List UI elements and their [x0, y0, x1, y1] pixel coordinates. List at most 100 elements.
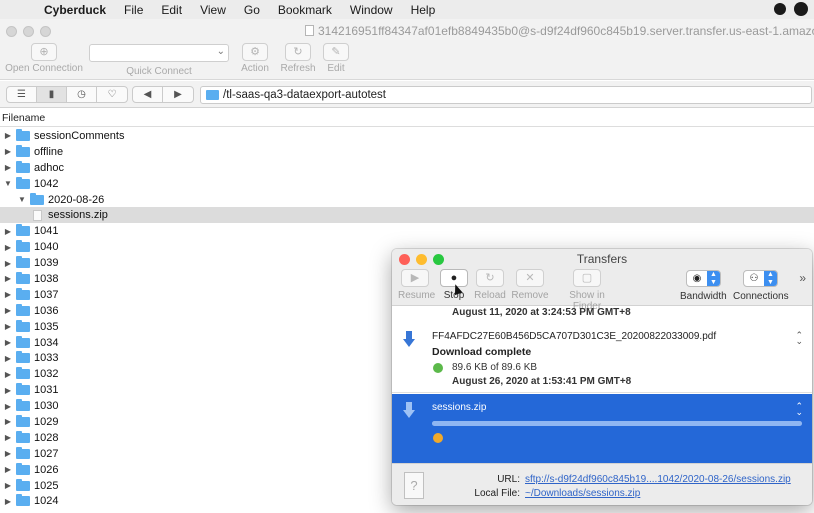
bonjour-view-button[interactable]: ♡ [97, 87, 127, 102]
action-button[interactable]: ⚙ Action [236, 43, 274, 74]
remove-button[interactable]: ✕ Remove [511, 269, 549, 301]
browser-view-button[interactable]: ☰ [7, 87, 37, 102]
expand-stepper-icon[interactable]: ⌃ ⌄ [795, 331, 803, 346]
connections-select[interactable]: ⚇ ▲ ▼ [743, 270, 778, 287]
row-filename: 1027 [34, 447, 59, 460]
folder-row[interactable]: ▶ offline [0, 144, 814, 160]
disclosure-collapsed-icon[interactable]: ▶ [3, 497, 13, 506]
disclosure-collapsed-icon[interactable]: ▶ [3, 449, 13, 458]
disclosure-collapsed-icon[interactable]: ▶ [3, 481, 13, 490]
disclosure-collapsed-icon[interactable]: ▶ [3, 322, 13, 331]
row-filename: offline [34, 145, 64, 158]
forward-button[interactable]: ▶ [163, 87, 193, 102]
disclosure-expanded-icon[interactable]: ▼ [3, 179, 13, 188]
menu-file[interactable]: File [124, 3, 143, 17]
status-menu-icon[interactable] [774, 3, 786, 15]
folder-row[interactable]: ▼ 2020-08-26 [0, 192, 814, 208]
menu-go[interactable]: Go [244, 3, 260, 17]
folder-icon [16, 319, 30, 332]
user-status-icon[interactable] [794, 2, 808, 16]
quick-connect-select[interactable]: ⌄ [89, 44, 229, 62]
disclosure-collapsed-icon[interactable]: ▶ [3, 147, 13, 156]
disclosure-expanded-icon[interactable]: ▼ [17, 195, 27, 204]
row-filename: 1032 [34, 368, 59, 381]
folder-icon [16, 494, 30, 507]
refresh-icon: ↻ [285, 43, 311, 61]
filename-column-header[interactable]: Filename [0, 109, 814, 127]
zip-file-icon [33, 209, 42, 221]
globe-icon: ⊕ [31, 43, 57, 61]
disclosure-collapsed-icon[interactable]: ▶ [3, 290, 13, 299]
menu-window[interactable]: Window [350, 3, 393, 17]
transfer-filename: sessions.zip [432, 402, 487, 413]
disclosure-collapsed-icon[interactable]: ▶ [3, 243, 13, 252]
resume-button[interactable]: ▶︎ Resume [398, 269, 435, 301]
disclosure-collapsed-icon[interactable]: ▶ [3, 163, 13, 172]
disclosure-collapsed-icon[interactable]: ▶ [3, 227, 13, 236]
menu-app-name[interactable]: Cyberduck [44, 3, 106, 17]
transfer-item-selected[interactable]: sessions.zip ⌃ ⌄ [392, 394, 812, 463]
menu-help[interactable]: Help [411, 3, 436, 17]
folder-row[interactable]: ▶ adhoc [0, 160, 814, 176]
bandwidth-select[interactable]: ◉ ▲ ▼ [686, 270, 721, 287]
remove-icon: ✕ [516, 269, 544, 287]
disclosure-collapsed-icon[interactable]: ▶ [3, 386, 13, 395]
action-label: Action [241, 63, 269, 74]
row-filename: 1033 [34, 352, 59, 365]
menu-bookmark[interactable]: Bookmark [278, 3, 332, 17]
folder-icon [16, 271, 30, 284]
menu-view[interactable]: View [200, 3, 226, 17]
disclosure-collapsed-icon[interactable]: ▶ [3, 306, 13, 315]
back-button[interactable]: ◀ [133, 87, 163, 102]
transfer-item[interactable]: FF4AFDC27E60B456D5CA707D301C3E_202008220… [392, 321, 812, 393]
folder-icon [16, 414, 30, 427]
folder-icon [16, 256, 30, 269]
window-minimize-button[interactable] [23, 26, 34, 37]
path-select[interactable]: /tl-saas-qa3-dataexport-autotest [200, 86, 812, 104]
bandwidth-label: Bandwidth [680, 291, 727, 302]
connections-label: Connections [733, 291, 789, 302]
disclosure-collapsed-icon[interactable]: ▶ [3, 433, 13, 442]
folder-icon [16, 430, 30, 443]
file-row[interactable]: sessions.zip [0, 207, 814, 224]
window-close-button[interactable] [6, 26, 17, 37]
path-text: /tl-saas-qa3-dataexport-autotest [223, 89, 387, 101]
folder-row[interactable]: ▶ 1041 [0, 223, 814, 239]
url-link[interactable]: sftp://s-d9f24df960c845b19....1042/2020-… [525, 474, 791, 485]
row-filename: sessions.zip [48, 209, 108, 222]
disclosure-collapsed-icon[interactable]: ▶ [3, 259, 13, 268]
connections-icon: ⚇ [749, 273, 759, 284]
disclosure-collapsed-icon[interactable]: ▶ [3, 338, 13, 347]
expand-stepper-icon[interactable]: ⌃ ⌄ [795, 402, 803, 417]
folder-row[interactable]: ▶ sessionComments [0, 128, 814, 144]
reload-icon: ↻ [476, 269, 504, 287]
edit-button[interactable]: ✎ Edit [320, 43, 352, 74]
reload-button[interactable]: ↻ Reload [474, 269, 506, 301]
folder-icon [206, 90, 219, 100]
row-filename: 1024 [34, 495, 59, 508]
toolbar-overflow-icon[interactable]: » [799, 271, 806, 285]
folder-icon [16, 478, 30, 491]
status-complete-icon [433, 363, 443, 373]
refresh-button[interactable]: ↻ Refresh [279, 43, 317, 74]
history-view-button[interactable]: ◷ [67, 87, 97, 102]
disclosure-collapsed-icon[interactable]: ▶ [3, 417, 13, 426]
folder-row[interactable]: ▼ 1042 [0, 176, 814, 192]
bookmarks-view-button[interactable]: ▮ [37, 87, 67, 102]
disclosure-collapsed-icon[interactable]: ▶ [3, 402, 13, 411]
stepper-icon: ▲ ▼ [707, 271, 720, 286]
disclosure-collapsed-icon[interactable]: ▶ [3, 370, 13, 379]
show-in-finder-button[interactable]: ▢ Show in Finder [554, 269, 620, 312]
folder-icon [16, 383, 30, 396]
window-zoom-button[interactable] [40, 26, 51, 37]
disclosure-collapsed-icon[interactable]: ▶ [3, 465, 13, 474]
local-file-link[interactable]: ~/Downloads/sessions.zip [525, 488, 640, 499]
menu-edit[interactable]: Edit [161, 3, 182, 17]
disclosure-collapsed-icon[interactable]: ▶ [3, 131, 13, 140]
folder-icon [16, 144, 30, 157]
open-connection-button[interactable]: ⊕ Open Connection [4, 43, 84, 74]
window-title-bar: 314216951ff84347af01efb8849435b0@s-d9f24… [0, 19, 814, 41]
disclosure-collapsed-icon[interactable]: ▶ [3, 274, 13, 283]
disclosure-collapsed-icon[interactable]: ▶ [3, 354, 13, 363]
transfer-progress-fill [432, 421, 802, 426]
